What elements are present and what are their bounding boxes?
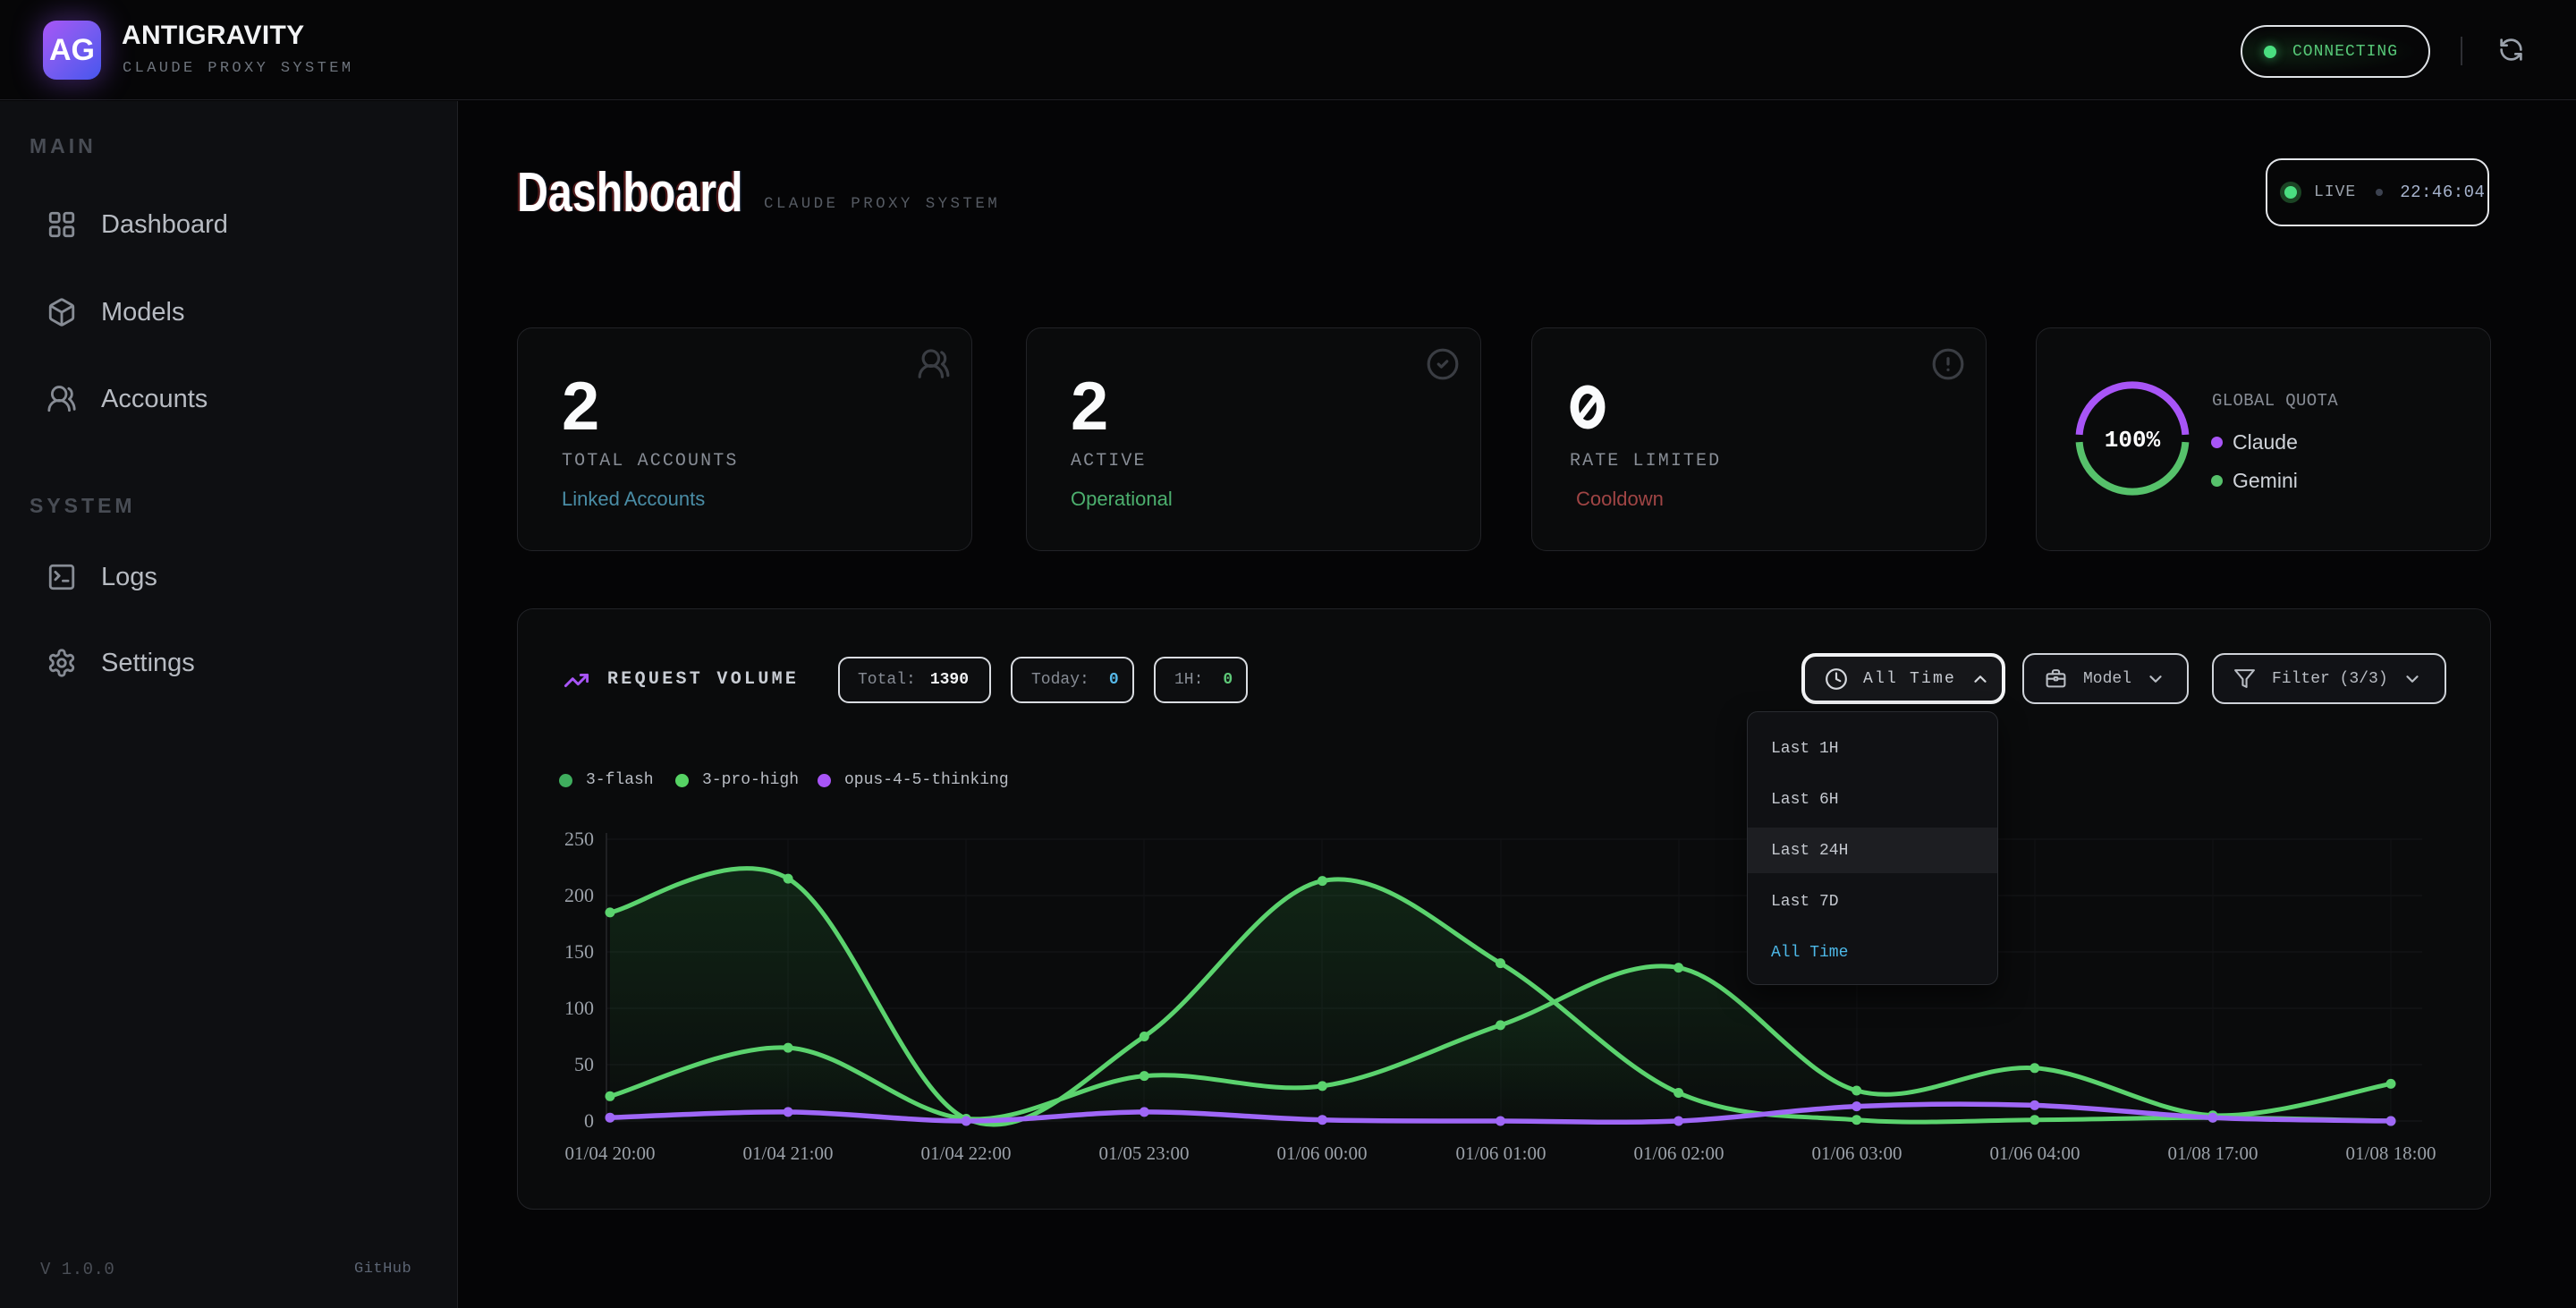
svg-text:01/06 02:00: 01/06 02:00 [1634,1142,1724,1164]
svg-text:01/08 17:00: 01/08 17:00 [2168,1142,2258,1164]
svg-text:0: 0 [584,1109,594,1132]
svg-text:01/04 22:00: 01/04 22:00 [921,1142,1012,1164]
svg-text:01/06 04:00: 01/06 04:00 [1990,1142,2080,1164]
svg-text:01/04 21:00: 01/04 21:00 [743,1142,834,1164]
svg-text:01/06 01:00: 01/06 01:00 [1456,1142,1546,1164]
svg-text:250: 250 [564,828,594,850]
svg-text:01/08 18:00: 01/08 18:00 [2346,1142,2436,1164]
svg-text:150: 150 [564,940,594,963]
svg-text:01/05 23:00: 01/05 23:00 [1099,1142,1190,1164]
svg-text:01/06 03:00: 01/06 03:00 [1812,1142,1902,1164]
svg-text:100%: 100% [2105,427,2161,454]
svg-text:100: 100 [564,997,594,1019]
svg-text:200: 200 [564,884,594,906]
svg-text:50: 50 [574,1053,594,1075]
svg-text:01/04 20:00: 01/04 20:00 [565,1142,656,1164]
svg-text:01/06 00:00: 01/06 00:00 [1277,1142,1368,1164]
